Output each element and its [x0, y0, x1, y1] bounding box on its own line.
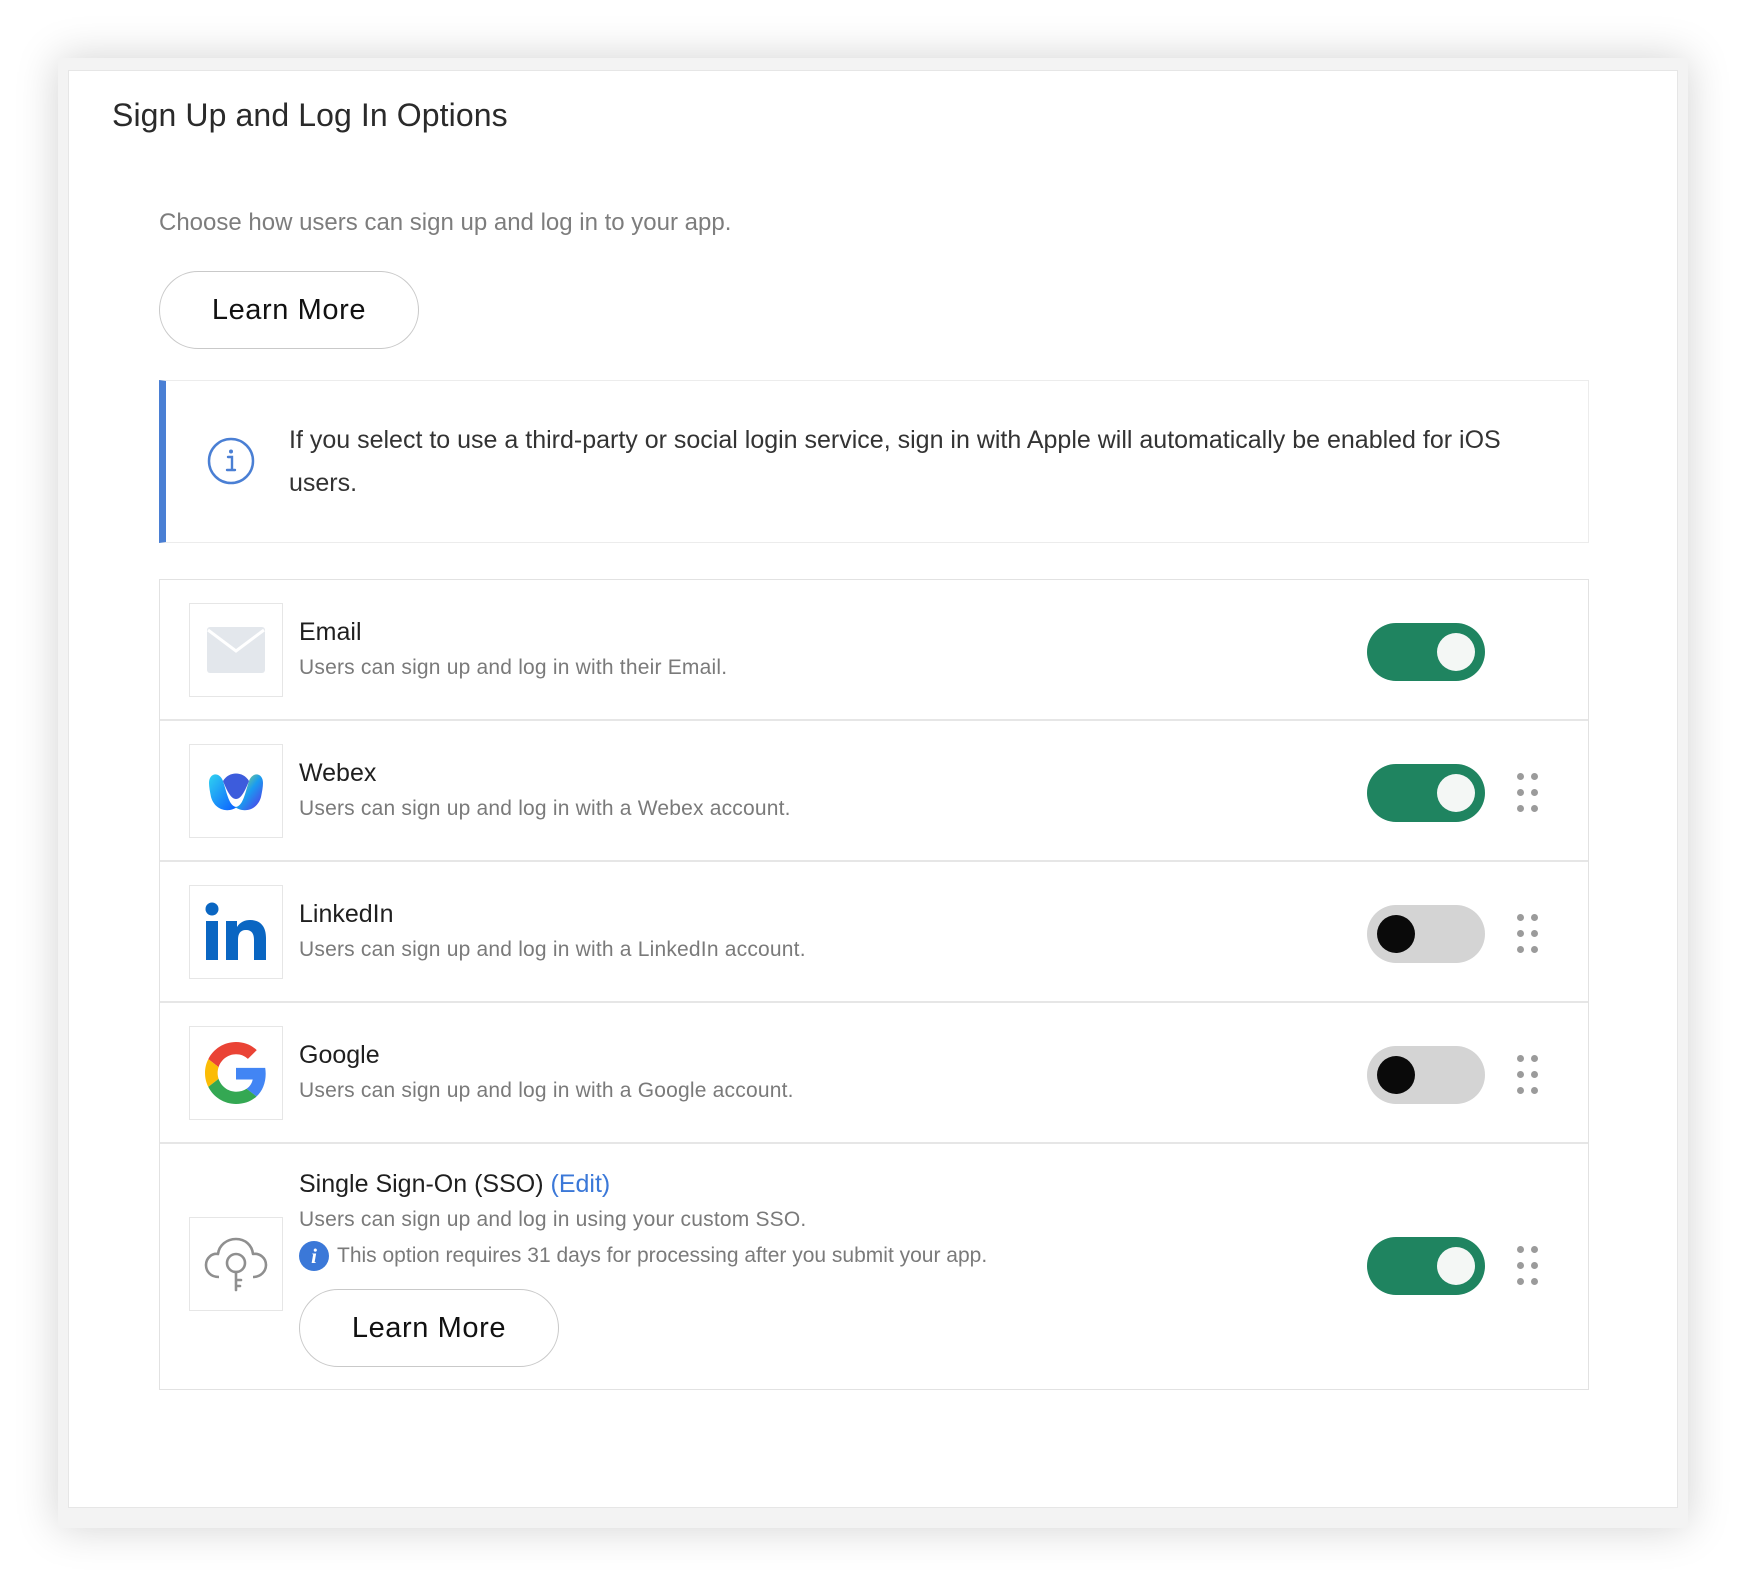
- option-row-sso: Single Sign-On (SSO) (Edit) Users can si…: [160, 1144, 1588, 1389]
- learn-more-button[interactable]: Learn More: [159, 271, 419, 349]
- option-row-email: Email Users can sign up and log in with …: [160, 580, 1588, 721]
- option-logo-google: [189, 1026, 283, 1120]
- sso-learn-more-button[interactable]: Learn More: [299, 1289, 559, 1367]
- option-row-webex: Webex Users can sign up and log in with …: [160, 721, 1588, 862]
- option-logo-email: [189, 603, 283, 697]
- drag-handle-icon[interactable]: [1517, 1246, 1539, 1286]
- drag-handle-icon[interactable]: [1517, 914, 1539, 954]
- option-title: Email: [299, 618, 362, 646]
- info-callout-text: If you select to use a third-party or so…: [289, 426, 1501, 497]
- option-description: Users can sign up and log in using your …: [299, 1208, 807, 1231]
- info-callout: If you select to use a third-party or so…: [159, 380, 1589, 543]
- option-description: Users can sign up and log in with their …: [299, 656, 728, 679]
- settings-panel: Sign Up and Log In Options Choose how us…: [68, 70, 1678, 1508]
- webex-logo-icon: [209, 773, 263, 811]
- sso-title-line: Single Sign-On (SSO) (Edit): [299, 1170, 610, 1199]
- toggle-webex[interactable]: [1367, 764, 1485, 822]
- option-logo-linkedin: [189, 885, 283, 979]
- envelope-icon: [207, 627, 265, 673]
- sso-title: Single Sign-On (SSO): [299, 1170, 544, 1198]
- toggle-email[interactable]: [1367, 623, 1485, 681]
- option-logo-sso: [189, 1217, 283, 1311]
- option-description: Users can sign up and log in with a Link…: [299, 938, 806, 961]
- page-title: Sign Up and Log In Options: [112, 97, 508, 133]
- intro-text: Choose how users can sign up and log in …: [159, 209, 732, 236]
- toggle-knob: [1437, 774, 1475, 812]
- info-circle-icon: [207, 437, 255, 485]
- drag-handle-icon[interactable]: [1517, 773, 1539, 813]
- option-title: Google: [299, 1041, 380, 1069]
- toggle-knob: [1377, 915, 1415, 953]
- toggle-knob: [1377, 1056, 1415, 1094]
- option-description: Users can sign up and log in with a Goog…: [299, 1079, 794, 1102]
- option-logo-webex: [189, 744, 283, 838]
- cloud-key-icon: [204, 1237, 268, 1292]
- option-title: LinkedIn: [299, 900, 394, 928]
- option-description: Users can sign up and log in with a Webe…: [299, 797, 791, 820]
- option-row-linkedin: LinkedIn Users can sign up and log in wi…: [160, 862, 1588, 1003]
- sso-note-text: This option requires 31 days for process…: [337, 1244, 988, 1267]
- toggle-linkedin[interactable]: [1367, 905, 1485, 963]
- option-row-google: Google Users can sign up and log in with…: [160, 1003, 1588, 1144]
- toggle-knob: [1437, 633, 1475, 671]
- login-options-list: Email Users can sign up and log in with …: [159, 579, 1589, 1390]
- drag-handle-icon[interactable]: [1517, 1055, 1539, 1095]
- toggle-knob: [1437, 1247, 1475, 1285]
- info-icon: i: [299, 1241, 329, 1271]
- toggle-google[interactable]: [1367, 1046, 1485, 1104]
- sso-processing-note: i This option requires 31 days for proce…: [299, 1241, 987, 1271]
- option-title: Webex: [299, 759, 377, 787]
- linkedin-logo-icon: [205, 902, 266, 960]
- sso-edit-link[interactable]: (Edit): [551, 1170, 611, 1198]
- toggle-sso[interactable]: [1367, 1237, 1485, 1295]
- google-logo-icon: [205, 1042, 266, 1104]
